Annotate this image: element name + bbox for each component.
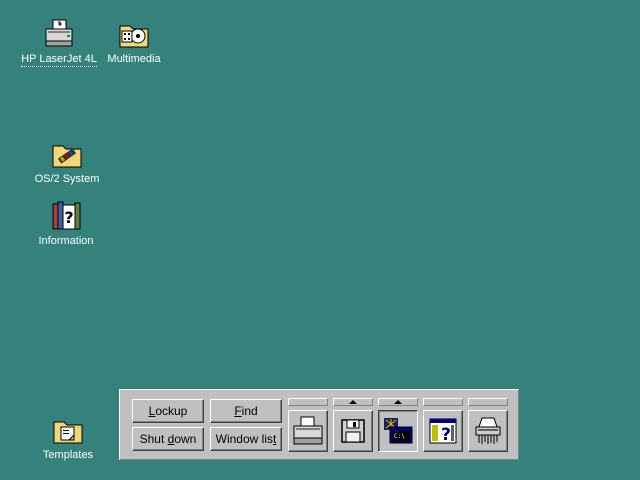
up-arrow-icon — [349, 400, 357, 404]
desktop-icon-label: Templates — [42, 449, 94, 461]
desktop-icon-multimedia[interactable]: Multimedia — [103, 18, 165, 66]
up-arrow-icon — [394, 400, 402, 404]
find-button[interactable]: Find — [210, 399, 282, 423]
find-button-label: Find — [234, 404, 257, 418]
desktop-icon-information[interactable]: ? Information — [34, 200, 98, 248]
desktop-icon-label: Information — [38, 235, 94, 247]
desktop[interactable]: HP LaserJet 4L Multimedia OS/2 System ? … — [0, 0, 640, 480]
drawer-tab-drives[interactable] — [333, 398, 373, 406]
drawer-tab-shredder[interactable] — [468, 398, 508, 406]
floppy-disk-icon — [341, 419, 365, 443]
launchpad-help-button[interactable]: ? — [423, 410, 463, 452]
svg-text:?: ? — [441, 425, 451, 445]
window-list-button[interactable]: Window list — [210, 427, 282, 451]
printer-icon — [45, 19, 73, 47]
drawer-tab-os2-window[interactable] — [378, 398, 418, 406]
mnemonic-key: t — [273, 432, 277, 446]
desktop-icon-label: Multimedia — [107, 53, 161, 65]
label-part: ind — [241, 404, 258, 418]
label-part: Window lis — [215, 432, 273, 446]
desktop-icon-templates[interactable]: Templates — [36, 414, 100, 462]
shredder-icon — [475, 417, 501, 444]
mnemonic-key: F — [234, 404, 242, 418]
svg-text:C:\: C:\ — [394, 433, 405, 440]
drawer-tab-help[interactable] — [423, 398, 463, 406]
drawer-tab-printer[interactable] — [288, 398, 328, 406]
launchpad-drive-a-button[interactable] — [333, 410, 373, 452]
launchpad: Lockup Find Shut down Window list C:\ ? — [119, 389, 519, 460]
os2-window-icon: C:\ — [384, 418, 413, 444]
shut-down-button-label: Shut down — [140, 432, 197, 446]
window-list-button-label: Window list — [216, 432, 277, 446]
launchpad-shredder-button[interactable] — [468, 410, 508, 452]
os2-system-folder-icon — [52, 145, 82, 168]
launchpad-os2-window-button[interactable]: C:\ — [378, 410, 418, 452]
desktop-icon-label: HP LaserJet 4L — [21, 53, 97, 67]
templates-folder-icon — [53, 421, 83, 444]
desktop-icon-os2-system[interactable]: OS/2 System — [31, 138, 103, 186]
svg-text:?: ? — [64, 208, 73, 227]
desktop-icon-label: OS/2 System — [34, 173, 100, 185]
label-part: own — [174, 432, 197, 446]
information-books-icon: ? — [52, 201, 81, 230]
label-part: Shut — [139, 432, 168, 446]
label-part: ockup — [155, 404, 188, 418]
multimedia-folder-icon — [119, 25, 149, 48]
launchpad-printer-button[interactable] — [288, 410, 328, 452]
desktop-icon-hp-laserjet[interactable]: HP LaserJet 4L — [20, 18, 98, 67]
printer-icon — [293, 416, 323, 445]
lockup-button-label: Lockup — [149, 404, 188, 418]
shut-down-button[interactable]: Shut down — [132, 427, 204, 451]
help-icon: ? — [429, 418, 457, 445]
lockup-button[interactable]: Lockup — [132, 399, 204, 423]
